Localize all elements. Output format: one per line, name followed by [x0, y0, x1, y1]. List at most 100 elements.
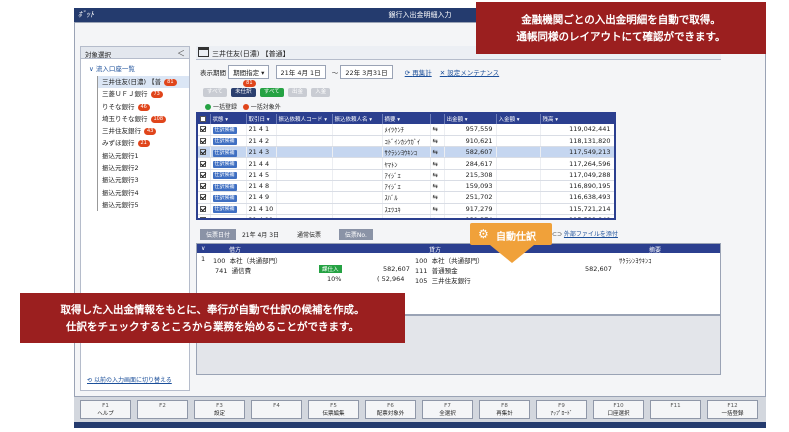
slip-date[interactable]: 21年 4月 3日 — [242, 230, 279, 239]
cell-balance: 118,131,820 — [569, 136, 611, 145]
link-icon[interactable]: ⇆ — [433, 160, 438, 168]
row-checkbox[interactable] — [200, 205, 206, 212]
fkey-f9[interactable]: F9 ｱｯﾌﾟﾛｰﾄﾞ — [536, 400, 587, 419]
fkey-f5[interactable]: F5 伝票編集 — [308, 400, 359, 419]
unread-count-badge: 21 — [137, 140, 150, 148]
row-checkbox[interactable] — [200, 126, 206, 133]
credit-dept[interactable]: 100 本社（共通部門） — [415, 255, 484, 265]
link-icon[interactable]: ⇆ — [433, 148, 438, 156]
cell-memo: ｱｲｼﾞｴ — [384, 171, 401, 180]
table-row[interactable]: 仕訳候補 21 4 9 ｽﾊﾞﾙ ⇆ 251,702 116,638,493 — [198, 191, 614, 204]
pill-unjournaled[interactable]: 81 未仕訳 — [231, 80, 256, 97]
table-row[interactable]: 仕訳候補 21 4 10 ｽｴﾂﾕｷ ⇆ 917,279 115,721,214 — [198, 203, 614, 215]
sidebar-account-item[interactable]: 埼玉りそな銀行 108 — [97, 112, 189, 126]
table-row[interactable]: 仕訳候補 21 4 2 ｺﾄﾞｲﾝｶｼｳｶﾞｲ ⇆ 910,621 118,131,820 — [198, 135, 614, 148]
credit-amount[interactable]: 582,607 — [585, 265, 612, 273]
column-header[interactable]: 取引日 ▾ — [246, 114, 277, 124]
column-header[interactable] — [430, 114, 445, 124]
collapse-icon[interactable]: ＜ — [177, 48, 185, 59]
sidebar-account-item[interactable]: 三井住友銀行 43 — [97, 125, 189, 138]
column-header[interactable]: 状態 ▾ — [210, 114, 247, 124]
pill-deposit[interactable]: 入金 — [311, 88, 331, 97]
pill-all-status[interactable]: すべて — [203, 88, 227, 97]
cell-balance: 117,549,213 — [569, 148, 611, 157]
table-row[interactable]: 仕訳候補 21 4 4 ﾔﾏﾄﾝ ⇆ 284,617 117,264,596 — [198, 157, 614, 170]
link-icon[interactable]: ⇆ — [433, 125, 438, 133]
tax-tag: 課仕入 — [319, 265, 342, 273]
table-row[interactable]: 仕訳候補 21 4 3 ｻｸﾗｼﾝﾖｳｷﾝｺ ⇆ 582,607 117,549,213 — [198, 146, 614, 159]
sidebar-account-item[interactable]: 三菱ＵＦＪ銀行 73 — [97, 88, 189, 101]
cell-balance: 115,589,840 — [569, 216, 610, 218]
fkey-f11[interactable]: F11 — [650, 400, 701, 419]
link-icon[interactable]: ⇆ — [433, 182, 438, 190]
column-header[interactable]: 振込依頼人コード ▾ — [276, 114, 333, 124]
column-header[interactable]: 入金額 ▾ — [496, 114, 541, 124]
status-tag: 仕訳候補 — [212, 161, 237, 169]
column-header[interactable]: 振込依頼人名 ▾ — [332, 114, 383, 124]
link-icon[interactable]: ⇆ — [433, 171, 438, 179]
row-checkbox[interactable] — [200, 149, 206, 156]
fkey-f8[interactable]: F8 再集計 — [479, 400, 530, 419]
entry-collapse-icon[interactable]: ∨ — [201, 245, 205, 252]
period-mode-select[interactable]: 期間指定 ▾ — [228, 65, 270, 79]
fkey-f7[interactable]: F7 全選択 — [422, 400, 473, 419]
column-header[interactable] — [198, 114, 211, 124]
pill-all-type[interactable]: すべて — [259, 88, 284, 97]
fkey-f1[interactable]: F1 ヘルプ — [80, 400, 131, 419]
table-row[interactable]: 仕訳候補 21 4 5 ｱｲｼﾞｴ ⇆ 215,308 117,049,288 — [198, 169, 614, 181]
link-icon[interactable]: ⇆ — [433, 137, 438, 145]
sidebar-account-item[interactable]: 振込元銀行5 — [97, 198, 189, 212]
fkey-f3[interactable]: F3 設定 — [194, 400, 245, 419]
table-row[interactable]: 仕訳候補 21 4 1 ﾒｲﾂｹﾝﾁ ⇆ 957,559 119,042,441 — [198, 124, 614, 136]
sidebar-account-item[interactable]: 三井住友(日濃) 【普 81 — [97, 76, 189, 89]
status-tag: 仕訳候補 — [212, 206, 237, 214]
pill-withdrawal[interactable]: 出金 — [288, 88, 308, 97]
fkey-f2[interactable]: F2 — [137, 400, 188, 419]
date-to-field[interactable]: 22年 3月31日 — [340, 65, 393, 79]
slip-kind[interactable]: 通常伝票 — [297, 230, 321, 239]
column-header[interactable]: 残高 ▾ — [540, 114, 614, 124]
credit-account[interactable]: 111 普通預金 — [415, 265, 458, 275]
fkey-f12[interactable]: F12 一括登録 — [707, 400, 758, 419]
sidebar-account-item[interactable]: みずほ銀行 21 — [97, 137, 189, 150]
sidebar-account-item[interactable]: 振込元銀行3 — [97, 174, 189, 187]
tree-root[interactable]: ∨ 流入口座一覧 — [89, 63, 189, 73]
row-checkbox[interactable] — [200, 194, 206, 201]
date-from-field[interactable]: 21年 4月 1日 — [275, 65, 326, 79]
cell-memo: ﾒｲﾂｹﾝﾁ — [384, 126, 405, 135]
sidebar-account-item[interactable]: りそな銀行 46 — [97, 100, 189, 113]
debit-account[interactable]: 741 通信費 — [215, 265, 251, 275]
row-checkbox[interactable] — [200, 171, 206, 178]
settings-link[interactable]: ✕ 設定メンテナンス — [440, 69, 499, 77]
link-icon[interactable]: ⇆ — [433, 193, 438, 201]
column-header[interactable]: 出金額 ▾ — [444, 114, 497, 124]
refresh-link[interactable]: ⟳ 再集計 — [405, 69, 432, 77]
sidebar-account-item[interactable]: 振込元銀行2 — [97, 162, 189, 175]
table-row[interactable]: 仕訳候補 21 4 8 ｱｲｼﾞｴ ⇆ 159,093 116,890,195 — [198, 180, 614, 193]
table-row[interactable]: 仕訳候補 21 4 11 ｽｴﾂﾕｷ ⇆ 131,374 115,589,840 — [198, 214, 614, 218]
fkey-f6[interactable]: F6 配票対象外 — [365, 400, 416, 419]
link-icon: ⊂⊃ — [551, 231, 562, 238]
fkey-f10[interactable]: F10 口座選択 — [593, 400, 644, 419]
column-header[interactable]: 摘要 ▾ — [382, 114, 431, 124]
switch-old-screen-link[interactable]: ⟲ 以前の入力画面に切り替える — [87, 375, 172, 384]
sidebar-account-item[interactable]: 振込元銀行4 — [97, 186, 189, 199]
link-icon[interactable]: ⇆ — [433, 205, 438, 213]
sidebar-account-item[interactable]: 振込元銀行1 — [97, 149, 189, 163]
debit-dept[interactable]: 100 本社（共通部門） — [213, 255, 282, 265]
row-checkbox[interactable] — [200, 160, 206, 167]
entry-memo[interactable]: ｻｸﾗｼﾝﾖｳｷﾝｺ — [619, 255, 652, 265]
row-checkbox[interactable] — [200, 137, 206, 144]
row-checkbox[interactable] — [200, 217, 206, 218]
debit-amount[interactable]: 582,607 — [383, 265, 410, 273]
credit-sub-account[interactable]: 105 三井住友銀行 — [415, 275, 471, 285]
cell-date: 21 4 2 — [248, 136, 270, 145]
unread-count-badge: 73 — [150, 91, 163, 99]
dropdown-icon: ▾ — [553, 117, 559, 123]
link-icon[interactable]: ⇆ — [433, 216, 438, 218]
row-checkbox[interactable] — [200, 183, 206, 190]
cell-withdrawal: 215,308 — [465, 170, 493, 179]
fkey-f4[interactable]: F4 — [251, 400, 302, 419]
cell-date: 21 4 11 — [249, 216, 274, 218]
unread-count-badge: 43 — [144, 128, 157, 136]
